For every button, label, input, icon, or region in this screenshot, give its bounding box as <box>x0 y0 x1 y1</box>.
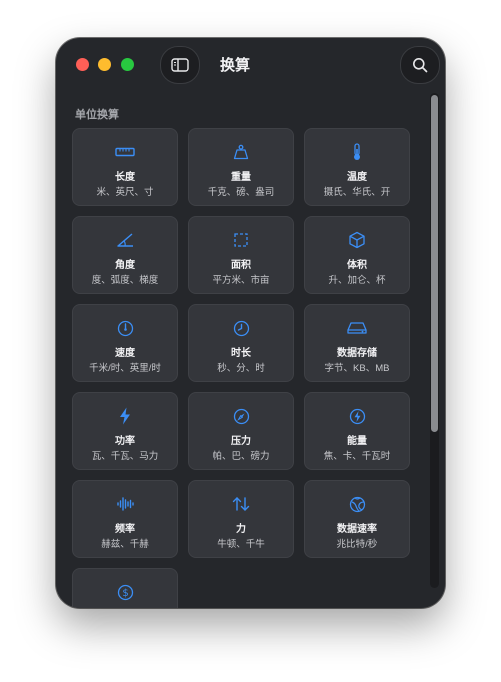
unit-name: 频率 <box>115 524 135 535</box>
svg-text:$: $ <box>122 588 128 599</box>
unit-examples: 摄氏、华氏、开 <box>323 187 391 198</box>
unit-card[interactable]: 温度 摄氏、华氏、开 <box>304 128 410 206</box>
unit-examples: 米、英尺、寸 <box>96 187 154 198</box>
section-title: 单位换算 <box>75 109 119 121</box>
unit-examples: 兆比特/秒 <box>336 539 378 550</box>
unit-card[interactable]: 体积 升、加仑、杯 <box>304 216 410 294</box>
close-button[interactable] <box>76 58 89 71</box>
minimize-button[interactable] <box>98 58 111 71</box>
unit-examples: 焦、卡、千瓦时 <box>323 451 391 462</box>
gauge-icon <box>189 407 293 425</box>
storage-icon <box>305 319 409 337</box>
unit-name: 速度 <box>115 348 135 359</box>
unit-examples: 千米/时、英里/时 <box>89 363 161 374</box>
unit-name: 温度 <box>347 172 367 183</box>
unit-name: 角度 <box>115 260 135 271</box>
toggle-sidebar-button[interactable] <box>160 46 200 84</box>
unit-examples: 瓦、千瓦、马力 <box>91 451 159 462</box>
energy-icon <box>305 407 409 425</box>
unit-examples: 度、弧度、梯度 <box>91 275 159 286</box>
zoom-button[interactable] <box>121 58 134 71</box>
ruler-icon <box>73 143 177 161</box>
clock-icon <box>189 319 293 337</box>
currency-icon: $ <box>73 583 177 601</box>
unit-examples: 帕、巴、磅力 <box>212 451 270 462</box>
unit-name: 数据存储 <box>337 348 377 359</box>
unit-examples: 升、加仑、杯 <box>328 275 386 286</box>
unit-card[interactable]: $ <box>72 568 178 608</box>
unit-examples: 千克、磅、盎司 <box>207 187 275 198</box>
unit-card[interactable]: 长度 米、英尺、寸 <box>72 128 178 206</box>
scrollbar-thumb[interactable] <box>431 95 438 432</box>
unit-card[interactable]: 数据存储字节、KB、MB <box>304 304 410 382</box>
unit-card[interactable]: 功率 瓦、千瓦、马力 <box>72 392 178 470</box>
unit-card[interactable]: 压力 帕、巴、磅力 <box>188 392 294 470</box>
search-icon <box>412 57 428 73</box>
unit-name: 压力 <box>231 436 251 447</box>
unit-name: 长度 <box>115 172 135 183</box>
scrollbar[interactable] <box>430 93 439 588</box>
unit-card[interactable]: 数据速率兆比特/秒 <box>304 480 410 558</box>
title-bar: 换算 <box>56 38 445 94</box>
unit-examples: 平方米、市亩 <box>212 275 270 286</box>
network-icon <box>305 495 409 513</box>
area-icon <box>189 231 293 249</box>
unit-examples: 字节、KB、MB <box>324 363 390 374</box>
bolt-icon <box>73 407 177 425</box>
unit-name: 能量 <box>347 436 367 447</box>
unit-card[interactable]: 频率 赫兹、千赫 <box>72 480 178 558</box>
waveform-icon <box>73 495 177 513</box>
unit-name: 体积 <box>347 260 367 271</box>
unit-card[interactable]: 能量 焦、卡、千瓦时 <box>304 392 410 470</box>
unit-name: 面积 <box>231 260 251 271</box>
unit-card[interactable]: 角度 度、弧度、梯度 <box>72 216 178 294</box>
unit-name: 数据速率 <box>337 524 377 535</box>
converter-window: 换算 单位换算 长度 米、英尺、寸 重量 千克、磅、盎司 温度 摄氏、华氏、开 角度 度、弧度… <box>56 38 445 608</box>
unit-examples: 牛顿、千牛 <box>217 539 265 550</box>
arrows-icon <box>189 495 293 513</box>
angle-icon <box>73 231 177 249</box>
speedometer-icon <box>73 319 177 337</box>
unit-name: 力 <box>236 524 246 535</box>
unit-examples: 秒、分、时 <box>217 363 265 374</box>
unit-name: 重量 <box>231 172 251 183</box>
unit-name: 时长 <box>231 348 251 359</box>
unit-examples: 赫兹、千赫 <box>101 539 149 550</box>
weight-icon <box>189 143 293 161</box>
sidebar-icon <box>171 58 189 72</box>
unit-card[interactable]: 力牛顿、千牛 <box>188 480 294 558</box>
unit-card[interactable]: 时长 秒、分、时 <box>188 304 294 382</box>
cube-icon <box>305 231 409 249</box>
unit-card[interactable]: 重量 千克、磅、盎司 <box>188 128 294 206</box>
unit-name: 功率 <box>115 436 135 447</box>
thermometer-icon <box>305 143 409 161</box>
unit-card[interactable]: 速度千米/时、英里/时 <box>72 304 178 382</box>
unit-card[interactable]: 面积 平方米、市亩 <box>188 216 294 294</box>
window-title: 换算 <box>220 57 251 74</box>
search-button[interactable] <box>400 46 440 84</box>
